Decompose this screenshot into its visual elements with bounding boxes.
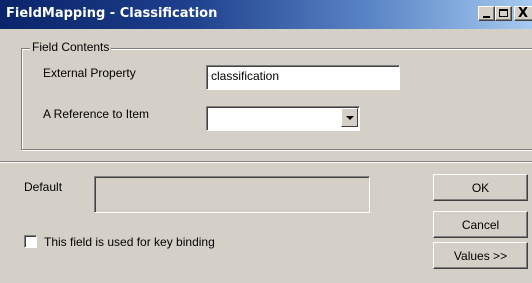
key-binding-label[interactable]: This field is used for key binding (44, 235, 215, 249)
minimize-button[interactable] (478, 6, 495, 21)
values-button-label: Values >> (453, 248, 508, 263)
cancel-button[interactable]: Cancel (433, 211, 528, 238)
maximize-button[interactable] (495, 6, 512, 21)
default-label: Default (24, 180, 63, 194)
window-title: FieldMapping - Classification (6, 6, 218, 21)
external-property-label: External Property (43, 66, 136, 80)
external-property-value: classification (211, 69, 280, 83)
close-icon: X (518, 6, 529, 21)
close-button[interactable]: X (514, 6, 532, 21)
title-bar[interactable]: FieldMapping - Classification X (0, 0, 532, 29)
maximize-icon (499, 9, 508, 17)
cancel-button-label: Cancel (461, 217, 500, 232)
separator (0, 161, 532, 163)
values-button[interactable]: Values >> (433, 242, 528, 269)
field-mapping-dialog: FieldMapping - Classification X Field Co… (0, 0, 532, 283)
dropdown-button[interactable] (341, 108, 358, 127)
reference-to-item-label: A Reference to Item (43, 107, 150, 121)
reference-to-item-select[interactable] (206, 106, 360, 131)
chevron-down-icon (346, 116, 354, 120)
external-property-input[interactable]: classification (206, 65, 400, 90)
field-contents-legend: Field Contents (30, 40, 112, 54)
ok-button-label: OK (471, 180, 490, 195)
minimize-icon (483, 16, 490, 18)
default-value-field (94, 176, 370, 213)
field-contents-group (21, 48, 532, 150)
key-binding-checkbox[interactable] (24, 235, 37, 248)
ok-button[interactable]: OK (433, 174, 528, 201)
